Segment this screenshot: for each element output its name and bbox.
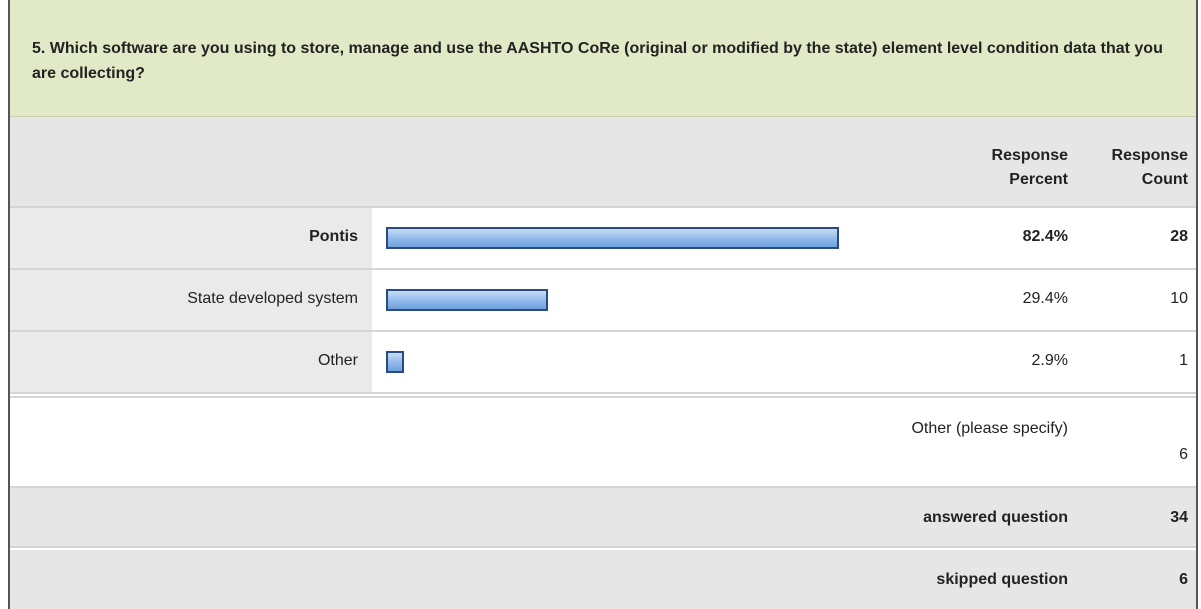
answer-label-cell: State developed system bbox=[10, 270, 372, 330]
response-percent: 29.4% bbox=[1022, 290, 1068, 307]
answer-label: Pontis bbox=[309, 228, 358, 245]
response-bar bbox=[386, 351, 404, 373]
response-percent: 82.4% bbox=[1022, 228, 1068, 245]
answer-label: Other bbox=[317, 352, 358, 369]
answered-label: answered question bbox=[923, 509, 1068, 526]
response-percent: 2.9% bbox=[1031, 352, 1068, 369]
answer-row: Other 2.9% 1 bbox=[10, 332, 1196, 394]
response-count: 28 bbox=[1170, 228, 1188, 245]
answer-row: State developed system 29.4% 10 bbox=[10, 270, 1196, 332]
response-bar bbox=[386, 289, 548, 311]
answered-row: answered question 34 bbox=[10, 488, 1196, 548]
response-count: 1 bbox=[1179, 352, 1188, 369]
table-header: Response Percent Response Count bbox=[10, 117, 1196, 208]
skipped-label: skipped question bbox=[936, 571, 1068, 588]
skipped-row: skipped question 6 bbox=[10, 550, 1196, 609]
response-percent-header-line2: Percent bbox=[1009, 171, 1068, 188]
response-count-header-line1: Response bbox=[1111, 147, 1188, 164]
response-count-header: Response Count bbox=[1112, 144, 1188, 192]
answered-count: 34 bbox=[1170, 509, 1188, 526]
answer-label-cell: Other bbox=[10, 332, 372, 392]
other-specify-row: Other (please specify) 6 bbox=[10, 396, 1196, 488]
answer-bar-area: 82.4% 28 bbox=[372, 208, 1196, 268]
other-specify-link[interactable]: Other (please specify) bbox=[911, 420, 1068, 438]
response-count: 10 bbox=[1170, 290, 1188, 307]
answer-label-cell: Pontis bbox=[10, 208, 372, 268]
response-percent-header-line1: Response bbox=[991, 147, 1068, 164]
other-specify-count: 6 bbox=[1179, 446, 1188, 463]
question-text: 5. Which software are you using to store… bbox=[10, 0, 1196, 117]
answer-row: Pontis 82.4% 28 bbox=[10, 208, 1196, 270]
response-percent-header: Response Percent bbox=[992, 144, 1068, 192]
response-count-header-line2: Count bbox=[1141, 171, 1188, 188]
answer-label: State developed system bbox=[187, 290, 358, 307]
response-bar bbox=[386, 227, 839, 249]
answer-bar-area: 29.4% 10 bbox=[372, 270, 1196, 330]
answer-bar-area: 2.9% 1 bbox=[372, 332, 1196, 392]
survey-question-panel: 5. Which software are you using to store… bbox=[8, 0, 1198, 609]
skipped-count: 6 bbox=[1179, 571, 1188, 588]
